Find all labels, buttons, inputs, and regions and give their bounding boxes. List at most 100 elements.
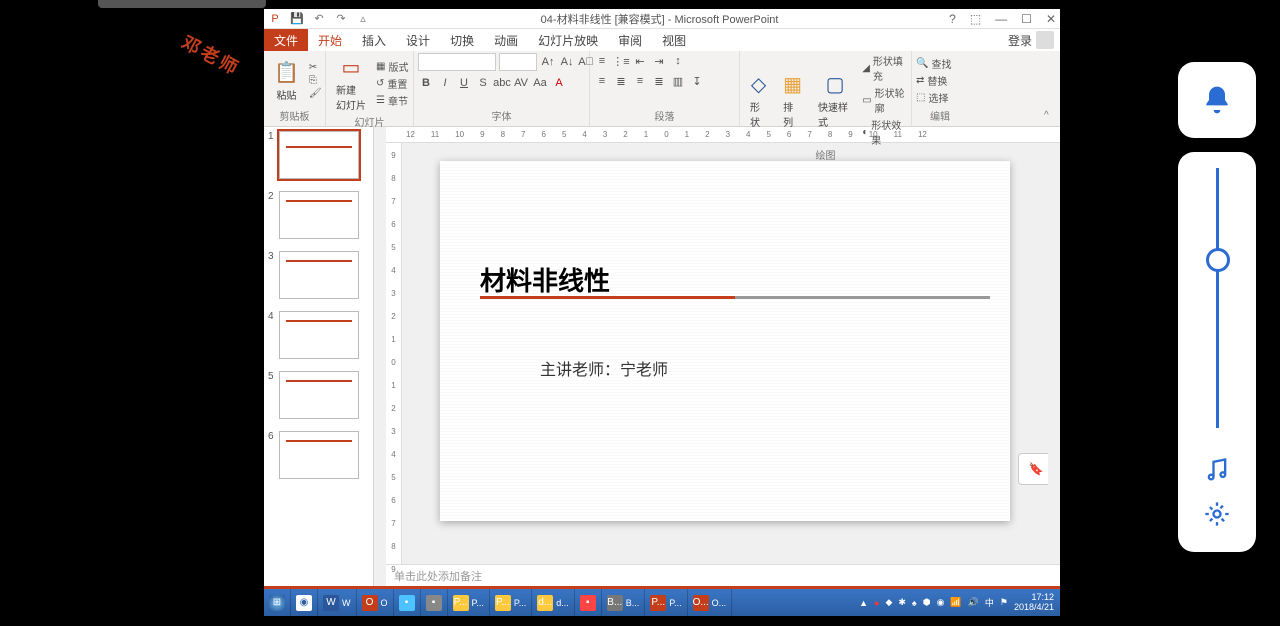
tab-slideshow[interactable]: 幻灯片放映 — [528, 29, 608, 51]
help-icon[interactable]: ? — [949, 12, 956, 26]
font-color-button[interactable]: A — [551, 75, 567, 91]
taskbar-item[interactable]: d...d... — [532, 589, 575, 616]
justify-icon[interactable]: ≣ — [651, 73, 667, 89]
thumbnail-6[interactable]: 6 — [264, 427, 373, 487]
font-size-select[interactable] — [499, 53, 537, 71]
taskbar-item[interactable]: ▪ — [421, 589, 448, 616]
shape-fill-button[interactable]: ◢形状填充 — [862, 53, 907, 83]
maximize-icon[interactable]: ☐ — [1021, 12, 1032, 26]
bookmark-tab[interactable]: 🔖 — [1018, 453, 1048, 485]
tab-design[interactable]: 设计 — [396, 29, 440, 51]
tray-network-icon[interactable]: 📶 — [950, 597, 961, 608]
paste-button[interactable]: 📋粘贴 — [268, 58, 305, 104]
section-button[interactable]: ☰章节 — [376, 93, 408, 108]
strike-button[interactable]: abc — [494, 75, 510, 91]
case-button[interactable]: Aa — [532, 75, 548, 91]
tray-flag-icon[interactable]: ⚑ — [1000, 597, 1008, 608]
music-icon[interactable] — [1203, 456, 1231, 484]
volume-slider-handle[interactable] — [1206, 248, 1230, 272]
slideshow-icon[interactable]: ▵ — [356, 12, 370, 26]
indent-icon[interactable]: ⇥ — [651, 53, 667, 69]
italic-button[interactable]: I — [437, 75, 453, 91]
collapse-ribbon-icon[interactable]: ^ — [1044, 110, 1058, 124]
find-button[interactable]: 🔍查找 — [916, 56, 951, 71]
slide-main[interactable]: 材料非线性 主讲老师：宁老师 — [440, 161, 1010, 521]
save-icon[interactable]: 💾 — [290, 12, 304, 26]
numbering-icon[interactable]: ⋮≡ — [613, 53, 629, 69]
align-center-icon[interactable]: ≣ — [613, 73, 629, 89]
bold-button[interactable]: B — [418, 75, 434, 91]
shadow-button[interactable]: S — [475, 75, 491, 91]
reset-button[interactable]: ↺重置 — [376, 76, 408, 91]
taskbar-item[interactable]: ▪ — [394, 589, 421, 616]
underline-button[interactable]: U — [456, 75, 472, 91]
tray-icon[interactable]: ♠ — [912, 598, 917, 608]
slide-canvas[interactable]: 材料非线性 主讲老师：宁老师 🔖 — [402, 143, 1048, 564]
tray-lang-icon[interactable]: 中 — [985, 596, 994, 609]
taskbar-item[interactable]: P...P... — [645, 589, 687, 616]
columns-icon[interactable]: ▥ — [670, 73, 686, 89]
taskbar-item[interactable]: WW — [318, 589, 357, 616]
taskbar-item[interactable]: P...P... — [490, 589, 532, 616]
tray-icon[interactable]: ◉ — [937, 597, 945, 608]
volume-slider[interactable] — [1216, 168, 1219, 428]
replace-button[interactable]: ⇄替换 — [916, 73, 951, 88]
tray-icon[interactable]: ● — [874, 598, 879, 608]
thumbnail-5[interactable]: 5 — [264, 367, 373, 427]
login-button[interactable]: 登录 — [1002, 29, 1060, 51]
settings-icon[interactable] — [1203, 500, 1231, 528]
taskbar-item[interactable]: ▪ — [575, 589, 602, 616]
line-spacing-icon[interactable]: ↕ — [670, 53, 686, 69]
close-icon[interactable]: ✕ — [1046, 12, 1056, 26]
canvas-scrollbar[interactable] — [1048, 143, 1060, 564]
copy-icon[interactable]: ⎘ — [309, 75, 322, 86]
font-family-select[interactable] — [418, 53, 496, 71]
quick-styles-button[interactable]: ▢快速样式 — [812, 70, 858, 131]
tab-review[interactable]: 审阅 — [608, 29, 652, 51]
taskbar-item[interactable]: B...B... — [602, 589, 646, 616]
thumbnail-2[interactable]: 2 — [264, 187, 373, 247]
select-button[interactable]: ⬚选择 — [916, 90, 951, 105]
tab-home[interactable]: 开始 — [308, 29, 352, 51]
tray-volume-icon[interactable]: 🔊 — [968, 597, 979, 608]
tab-insert[interactable]: 插入 — [352, 29, 396, 51]
notes-pane[interactable]: 单击此处添加备注 — [386, 564, 1060, 586]
cut-icon[interactable]: ✂ — [309, 62, 322, 73]
ribbon-options-icon[interactable]: ⬚ — [970, 12, 981, 26]
tab-animations[interactable]: 动画 — [484, 29, 528, 51]
spacing-button[interactable]: AV — [513, 75, 529, 91]
tray-icon[interactable]: ✱ — [898, 597, 906, 608]
format-painter-icon[interactable]: 🖌 — [309, 88, 322, 99]
align-left-icon[interactable]: ≡ — [594, 73, 610, 89]
notification-button[interactable] — [1178, 62, 1256, 138]
tab-view[interactable]: 视图 — [652, 29, 696, 51]
arrange-button[interactable]: ▦排列 — [777, 70, 808, 131]
taskbar-item[interactable]: P...P... — [448, 589, 490, 616]
thumb-scrollbar[interactable] — [374, 127, 386, 586]
start-button[interactable]: ⊞ — [264, 589, 291, 616]
taskbar-item[interactable]: O...O... — [688, 589, 733, 616]
align-right-icon[interactable]: ≡ — [632, 73, 648, 89]
thumbnail-1[interactable]: 1 — [264, 127, 373, 187]
text-direction-icon[interactable]: ↧ — [689, 73, 705, 89]
tray-icon[interactable]: ▲ — [859, 598, 868, 608]
shape-outline-button[interactable]: ▭形状轮廓 — [862, 85, 907, 115]
tray-icon[interactable]: ◆ — [885, 597, 892, 608]
tray-icon[interactable]: ⬢ — [923, 597, 931, 608]
slide-title[interactable]: 材料非线性 — [480, 261, 610, 298]
new-slide-button[interactable]: ▭新建 幻灯片 — [330, 53, 372, 114]
tab-transitions[interactable]: 切换 — [440, 29, 484, 51]
thumbnail-4[interactable]: 4 — [264, 307, 373, 367]
slide-subtitle[interactable]: 主讲老师：宁老师 — [540, 356, 668, 380]
layout-button[interactable]: ▦版式 — [376, 59, 408, 74]
undo-icon[interactable]: ↶ — [312, 12, 326, 26]
taskbar-chrome[interactable]: ◉ — [291, 589, 318, 616]
thumbnail-3[interactable]: 3 — [264, 247, 373, 307]
shapes-button[interactable]: ◇形状 — [744, 70, 773, 131]
decrease-font-icon[interactable]: A↓ — [559, 54, 575, 70]
minimize-icon[interactable]: — — [995, 12, 1007, 26]
redo-icon[interactable]: ↷ — [334, 12, 348, 26]
tab-file[interactable]: 文件 — [264, 29, 308, 51]
bullets-icon[interactable]: ≡ — [594, 53, 610, 69]
outdent-icon[interactable]: ⇤ — [632, 53, 648, 69]
